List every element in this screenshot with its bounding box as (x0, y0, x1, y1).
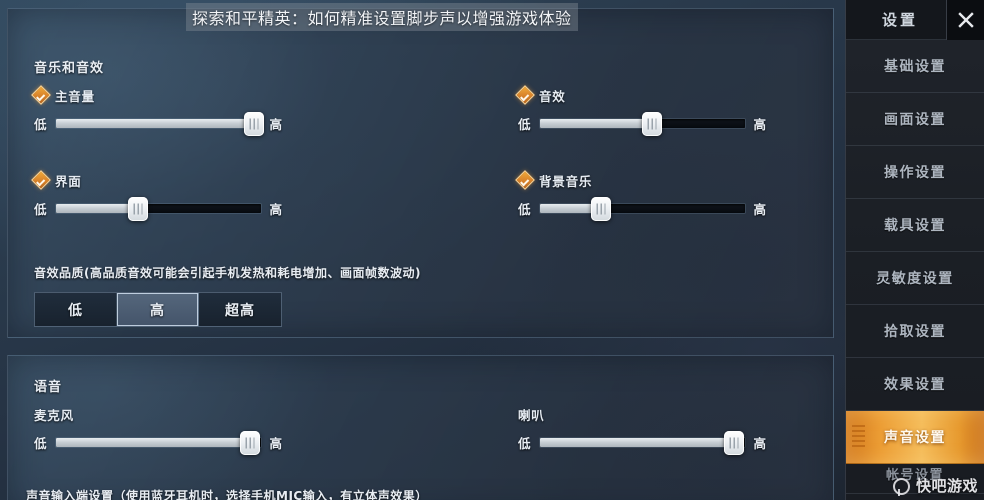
game-background: 音乐和音效 主音量 低 高 音效 低 高 界面 低 高 背景音乐 低 高 音效品… (0, 0, 984, 500)
diamond-icon (515, 85, 535, 105)
slider-track[interactable] (539, 430, 745, 455)
slider-row[interactable]: 低 高 (34, 196, 304, 221)
slider-knob[interactable] (244, 111, 265, 136)
slider-fill (55, 204, 138, 213)
slider-track[interactable] (55, 196, 261, 221)
voice-input-note: 声音输入端设置（使用蓝牙耳机时，选择手机MIC输入，有立体声效果） (26, 489, 428, 500)
diamond-icon (31, 85, 51, 105)
sidebar-header: 设置 (846, 0, 984, 40)
slider-track[interactable] (539, 196, 745, 221)
sidebar-title: 设置 (881, 11, 918, 29)
setting-microphone[interactable]: 麦克风 低 高 (34, 406, 304, 455)
quality-option-high[interactable]: 高 (117, 293, 199, 326)
slider-row[interactable]: 低 高 (518, 430, 788, 455)
close-button[interactable] (946, 0, 984, 40)
slider-low-label: 低 (518, 436, 531, 451)
voice-settings-panel: 语音 麦克风 低 高 喇叭 低 高 (7, 355, 834, 500)
slider-fill (539, 119, 653, 128)
slider-high-label: 高 (753, 202, 767, 217)
setting-label: 界面 (55, 173, 82, 189)
settings-sidebar: 设置 基础设置 画面设置 操作设置 载具设置 灵敏度设置 拾取设置 效果设置 声… (845, 0, 984, 500)
slider-fill (55, 119, 255, 128)
sidebar-item-graphics[interactable]: 画面设置 (846, 93, 984, 146)
sidebar-item-account[interactable]: 帐号设置 (846, 464, 984, 494)
slider-high-label: 高 (269, 436, 283, 451)
slider-fill (539, 438, 735, 447)
setting-master-volume[interactable]: 主音量 低 高 (31, 85, 304, 136)
sidebar-item-controls[interactable]: 操作设置 (846, 146, 984, 199)
slider-row[interactable]: 低 高 (34, 430, 304, 455)
setting-label: 音效 (539, 88, 566, 104)
slider-high-label: 高 (269, 202, 283, 217)
sidebar-item-list: 基础设置 画面设置 操作设置 载具设置 灵敏度设置 拾取设置 效果设置 声音设置… (846, 40, 984, 494)
slider-knob[interactable] (591, 196, 612, 221)
slider-low-label: 低 (518, 117, 531, 132)
slider-high-label: 高 (753, 436, 767, 451)
slider-low-label: 低 (34, 117, 47, 132)
setting-interface[interactable]: 界面 低 高 (31, 170, 304, 221)
slider-low-label: 低 (518, 202, 531, 217)
audio-quality-description: 音效品质(高品质音效可能会引起手机发热和耗电增加、画面帧数波动) (34, 266, 421, 280)
slider-knob[interactable] (642, 111, 663, 136)
setting-background-music[interactable]: 背景音乐 低 高 (515, 170, 788, 221)
slider-high-label: 高 (753, 117, 767, 132)
slider-knob[interactable] (240, 430, 261, 455)
sidebar-item-vehicle[interactable]: 载具设置 (846, 199, 984, 252)
slider-knob[interactable] (724, 430, 745, 455)
close-icon (957, 11, 974, 28)
slider-fill (55, 438, 251, 447)
setting-speaker[interactable]: 喇叭 低 高 (518, 406, 788, 455)
setting-label: 喇叭 (518, 407, 545, 423)
slider-track[interactable] (55, 111, 265, 136)
slider-row[interactable]: 低 高 (34, 111, 304, 136)
slider-track[interactable] (539, 111, 745, 136)
setting-label: 主音量 (55, 88, 95, 104)
slider-row[interactable]: 低 高 (518, 196, 788, 221)
slider-high-label: 高 (269, 117, 283, 132)
audio-settings-panel: 音乐和音效 主音量 低 高 音效 低 高 界面 低 高 背景音乐 低 高 音效品… (7, 8, 834, 338)
audio-section-title: 音乐和音效 (34, 61, 105, 76)
setting-sound-effects[interactable]: 音效 低 高 (515, 85, 788, 136)
sidebar-item-basic[interactable]: 基础设置 (846, 40, 984, 93)
sidebar-item-sensitivity[interactable]: 灵敏度设置 (846, 252, 984, 305)
quality-option-ultra[interactable]: 超高 (199, 293, 281, 326)
slider-track[interactable] (55, 430, 261, 455)
setting-label: 背景音乐 (539, 173, 593, 189)
article-title-overlay: 探索和平精英：如何精准设置脚步声以增强游戏体验 (186, 3, 578, 31)
diamond-icon (515, 170, 535, 190)
sidebar-item-effects[interactable]: 效果设置 (846, 358, 984, 411)
audio-quality-segmented-control[interactable]: 低 高 超高 (34, 292, 282, 327)
slider-knob[interactable] (127, 196, 148, 221)
diamond-icon (31, 170, 51, 190)
slider-low-label: 低 (34, 436, 47, 451)
slider-row[interactable]: 低 高 (518, 111, 788, 136)
voice-section-title: 语音 (34, 380, 63, 395)
setting-label: 麦克风 (34, 407, 74, 423)
sidebar-item-sound[interactable]: 声音设置 (846, 411, 984, 464)
quality-option-low[interactable]: 低 (35, 293, 117, 326)
sidebar-item-pickup[interactable]: 拾取设置 (846, 305, 984, 358)
slider-low-label: 低 (34, 202, 47, 217)
